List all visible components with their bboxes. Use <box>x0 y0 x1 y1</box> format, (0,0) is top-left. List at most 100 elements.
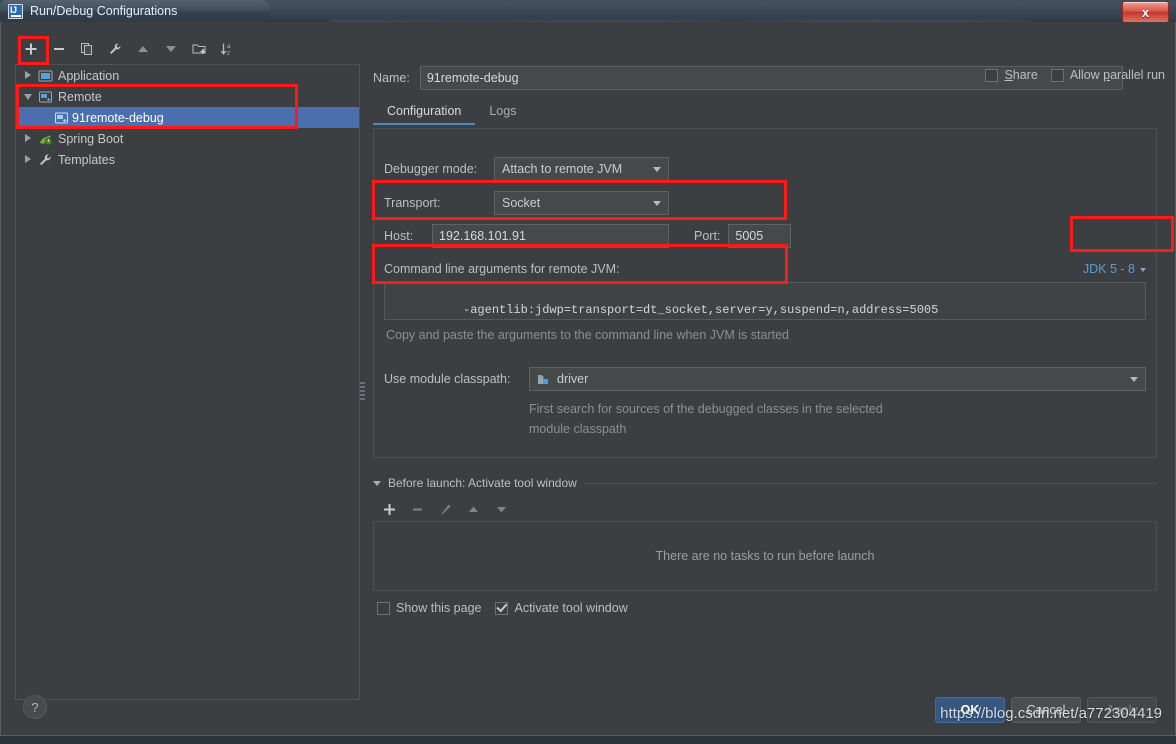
show-this-page-checkbox-row[interactable]: Show this page <box>377 601 481 615</box>
debugger-mode-label: Debugger mode: <box>384 162 478 176</box>
activate-tool-window-checkbox-row[interactable]: Activate tool window <box>495 601 628 615</box>
before-launch-empty-text: There are no tasks to run before launch <box>655 549 875 563</box>
allow-parallel-run-label: Allow parallel run <box>1069 68 1165 82</box>
port-label: Port: <box>694 229 721 243</box>
jdk-version-label: JDK 5 - 8 <box>1082 262 1135 276</box>
transport-value: Socket <box>502 196 541 210</box>
run-debug-configurations-window: Run/Debug Configurations x <box>0 0 1176 736</box>
configurations-left-pane: a z Application Remote 91remote-debug Sp… <box>15 36 360 700</box>
add-configuration-button[interactable] <box>19 38 43 60</box>
window-titlebar: Run/Debug Configurations <box>0 0 270 22</box>
command-args-label: Command line arguments for remote JVM: <box>384 262 620 276</box>
tab-logs[interactable]: Logs <box>475 98 530 125</box>
activate-tool-window-checkbox[interactable] <box>495 601 509 615</box>
tree-item-application[interactable]: Application <box>16 65 359 86</box>
tree-item-label: 91remote-debug <box>72 110 164 125</box>
before-launch-divider <box>583 482 1157 484</box>
ok-button[interactable]: OK <box>935 697 1005 723</box>
wrench-icon <box>38 153 53 167</box>
tree-item-templates[interactable]: Templates <box>16 149 359 170</box>
chevron-down-icon[interactable] <box>24 92 33 101</box>
new-folder-icon[interactable] <box>187 38 211 60</box>
tree-item-label: Spring Boot <box>58 131 124 146</box>
edit-templates-wrench-icon[interactable] <box>103 38 127 60</box>
svg-text:z: z <box>227 51 230 57</box>
move-up-arrow-icon[interactable] <box>131 38 155 60</box>
help-label: ? <box>31 699 39 715</box>
chevron-down-icon <box>653 200 661 206</box>
svg-text:a: a <box>227 44 231 50</box>
show-this-page-label: Show this page <box>396 601 482 615</box>
dialog-body: a z Application Remote 91remote-debug Sp… <box>0 22 1176 736</box>
move-down-arrow-icon[interactable] <box>159 38 183 60</box>
tree-item-remote[interactable]: Remote <box>16 86 359 107</box>
chevron-right-icon[interactable] <box>24 71 33 80</box>
allow-parallel-run-checkbox[interactable] <box>1050 68 1064 82</box>
tree-item-spring-boot[interactable]: Spring Boot <box>16 128 359 149</box>
move-task-down-arrow-icon[interactable] <box>489 498 513 520</box>
tab-configuration[interactable]: Configuration <box>373 98 476 125</box>
tree-item-label: Remote <box>58 89 102 104</box>
share-checkbox-row[interactable]: Share <box>985 68 1038 82</box>
share-checkbox[interactable] <box>985 68 999 82</box>
configuration-right-pane: Name: Share Allow parallel run Configura… <box>369 36 1165 700</box>
remote-icon <box>54 111 69 125</box>
name-label: Name: <box>373 71 410 85</box>
window-title: Run/Debug Configurations <box>30 4 178 18</box>
module-classpath-hint: First search for sources of the debugged… <box>529 399 883 439</box>
intellij-idea-icon <box>8 3 23 19</box>
before-launch-checkboxes: Show this page Activate tool window <box>377 601 628 615</box>
transport-label: Transport: <box>384 196 441 210</box>
apply-button: Apply <box>1087 697 1157 723</box>
activate-tool-window-label: Activate tool window <box>514 601 628 615</box>
close-icon-glyph: x <box>1141 4 1150 20</box>
module-classpath-value: driver <box>557 372 589 386</box>
config-tabs: Configuration Logs <box>373 98 530 125</box>
close-icon[interactable]: x <box>1122 1 1169 23</box>
remote-icon <box>38 90 53 104</box>
module-icon <box>537 373 551 386</box>
chevron-down-icon <box>1130 376 1138 382</box>
port-input[interactable] <box>728 224 792 248</box>
debugger-mode-dropdown[interactable]: Attach to remote JVM <box>494 157 669 181</box>
chevron-down-icon[interactable] <box>373 480 381 486</box>
add-task-button[interactable] <box>377 498 401 520</box>
help-button[interactable]: ? <box>23 695 47 719</box>
chevron-down-icon <box>653 166 661 172</box>
configurations-tree[interactable]: Application Remote 91remote-debug Spring… <box>15 64 360 700</box>
spring-boot-icon <box>38 132 53 146</box>
debugger-mode-row: Debugger mode: Attach to remote JVM <box>384 157 669 181</box>
configuration-panel: Debugger mode: Attach to remote JVM Tran… <box>373 128 1157 458</box>
allow-parallel-run-checkbox-row[interactable]: Allow parallel run <box>1050 68 1165 82</box>
jdk-version-link[interactable]: JDK 5 - 8 <box>1083 262 1146 276</box>
sort-az-icon[interactable]: a z <box>215 38 239 60</box>
move-task-up-arrow-icon[interactable] <box>461 498 485 520</box>
pane-splitter-handle[interactable] <box>359 374 366 408</box>
before-launch-task-list[interactable]: There are no tasks to run before launch <box>373 521 1157 591</box>
before-launch-title: Before launch: Activate tool window <box>388 476 577 490</box>
application-icon <box>38 69 53 83</box>
cancel-button[interactable]: Cancel <box>1011 697 1081 723</box>
edit-task-pencil-icon[interactable] <box>433 498 457 520</box>
before-launch-header[interactable]: Before launch: Activate tool window <box>373 476 1157 490</box>
chevron-right-icon[interactable] <box>24 155 33 164</box>
tree-item-label: Templates <box>58 152 115 167</box>
host-input[interactable] <box>432 224 669 248</box>
run-options-checkboxes: Share Allow parallel run <box>985 68 1165 82</box>
tree-item-91remote-debug[interactable]: 91remote-debug <box>16 107 359 128</box>
before-launch-toolbar <box>377 498 513 520</box>
remove-configuration-button[interactable] <box>47 38 71 60</box>
command-args-hint: Copy and paste the arguments to the comm… <box>386 328 789 342</box>
transport-row: Transport: Socket <box>384 191 669 215</box>
tree-item-label: Application <box>58 68 120 83</box>
host-label: Host: <box>384 229 414 243</box>
command-args-textarea[interactable]: -agentlib:jdwp=transport=dt_socket,serve… <box>384 282 1146 320</box>
copy-configuration-button[interactable] <box>75 38 99 60</box>
module-classpath-dropdown[interactable]: driver <box>529 367 1146 391</box>
configurations-toolbar: a z <box>15 36 360 62</box>
show-this-page-checkbox[interactable] <box>377 601 390 615</box>
remove-task-button[interactable] <box>405 498 429 520</box>
transport-dropdown[interactable]: Socket <box>494 191 669 215</box>
command-args-value: -agentlib:jdwp=transport=dt_socket,serve… <box>463 303 939 317</box>
chevron-right-icon[interactable] <box>24 134 33 143</box>
